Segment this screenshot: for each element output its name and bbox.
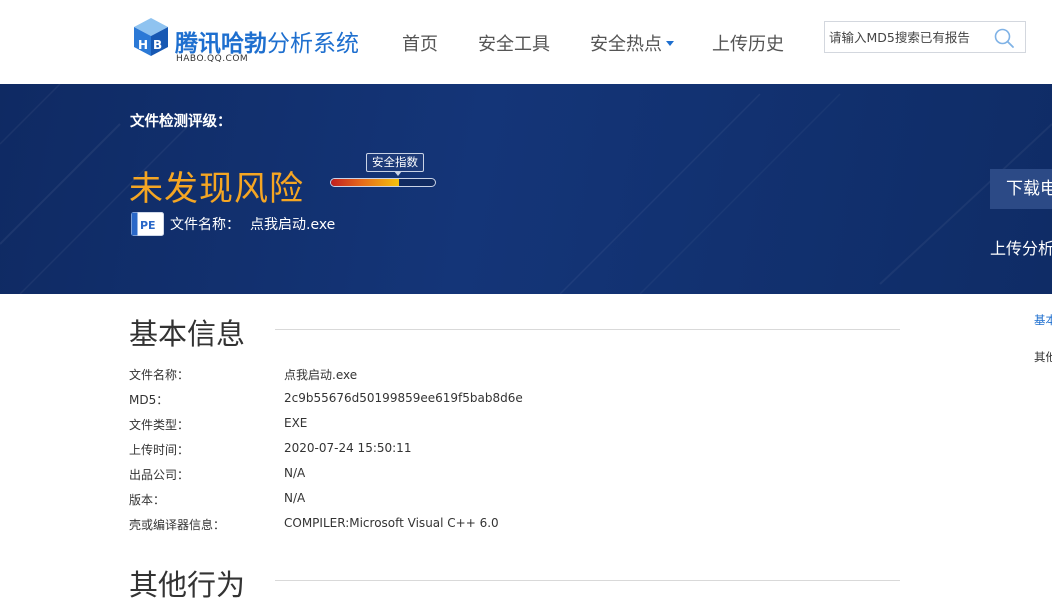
info-value: N/A (284, 491, 306, 505)
logo-title: 腾讯哈勃分析系统 (175, 24, 359, 58)
info-row-company: 出品公司： N/A (129, 462, 829, 487)
info-key: 壳或编译器信息： (129, 518, 226, 532)
info-value: EXE (284, 416, 308, 430)
info-key: 文件类型： (129, 418, 190, 432)
safety-index-meter-fill (331, 179, 399, 186)
info-key: 出品公司： (129, 468, 190, 482)
svg-text:B: B (153, 38, 162, 52)
info-key: MD5： (129, 393, 169, 407)
info-key: 版本： (129, 493, 166, 507)
nav-security-hotspots[interactable]: 安全热点 (590, 30, 674, 56)
upload-analysis-link[interactable]: 上传分析 (990, 235, 1052, 259)
other-behavior-divider (275, 580, 900, 581)
safety-index-tag: 安全指数 (366, 153, 424, 176)
info-value: COMPILER:Microsoft Visual C++ 6.0 (284, 516, 499, 530)
habo-cube-logo-icon: H B (134, 18, 168, 56)
nav-home[interactable]: 首页 (402, 30, 438, 56)
safety-index-meter (330, 178, 436, 187)
banner-file-row: PE 文件名称： 点我启动.exe (131, 212, 335, 236)
basic-info-table: 文件名称： 点我启动.exe MD5： 2c9b55676d50199859ee… (129, 362, 829, 537)
info-row-file-type: 文件类型： EXE (129, 412, 829, 437)
basic-info-divider (275, 329, 900, 330)
info-value: 2c9b55676d50199859ee619f5bab8d6e (284, 391, 523, 405)
other-behavior-title: 其他行为 (129, 568, 246, 602)
info-row-upload-time: 上传时间： 2020-07-24 15:50:11 (129, 437, 829, 462)
risk-verdict: 未发现风险 (129, 169, 304, 209)
info-value: 点我启动.exe (284, 368, 358, 382)
basic-info-title: 基本信息 (129, 317, 246, 351)
logo-title-light: 分析系统 (267, 31, 359, 57)
download-button[interactable]: 下载电 (990, 169, 1052, 209)
banner-file-name-value: 点我启动.exe (250, 217, 336, 233)
detection-level-label: 文件检测评级： (130, 114, 232, 130)
info-key: 文件名称： (129, 368, 190, 382)
info-row-version: 版本： N/A (129, 487, 829, 512)
banner-file-name-label: 文件名称： (170, 217, 240, 233)
result-banner: 文件检测评级： 未发现风险 安全指数 PE 文件名称： 点我启动.exe 下载电… (0, 84, 1052, 294)
pe-file-icon: PE (131, 212, 164, 236)
site-logo[interactable]: H B 腾讯哈勃分析系统 HABO.QQ.COM (131, 14, 371, 70)
md5-search-input[interactable] (825, 22, 990, 52)
info-value: 2020-07-24 15:50:11 (284, 441, 412, 455)
md5-search-box (824, 21, 1026, 53)
logo-subtitle: HABO.QQ.COM (176, 54, 249, 64)
info-row-md5: MD5： 2c9b55676d50199859ee619f5bab8d6e (129, 387, 829, 412)
side-nav-other[interactable]: 其他 (1034, 349, 1052, 365)
nav-security-hotspots-label: 安全热点 (590, 34, 662, 55)
nav-upload-history[interactable]: 上传历史 (712, 30, 784, 56)
info-row-compiler: 壳或编译器信息： COMPILER:Microsoft Visual C++ 6… (129, 512, 829, 537)
pe-file-icon-text: PE (140, 219, 156, 232)
search-icon[interactable] (993, 27, 1015, 49)
info-row-file-name: 文件名称： 点我启动.exe (129, 362, 829, 387)
svg-text:H: H (138, 38, 148, 52)
info-value: N/A (284, 466, 306, 480)
side-nav-basic[interactable]: 基本 (1034, 312, 1052, 328)
top-header: H B 腾讯哈勃分析系统 HABO.QQ.COM 首页 安全工具 安全热点 上传… (0, 0, 1052, 84)
caret-down-icon (666, 40, 674, 46)
nav-security-tools[interactable]: 安全工具 (478, 30, 550, 56)
info-key: 上传时间： (129, 443, 190, 457)
